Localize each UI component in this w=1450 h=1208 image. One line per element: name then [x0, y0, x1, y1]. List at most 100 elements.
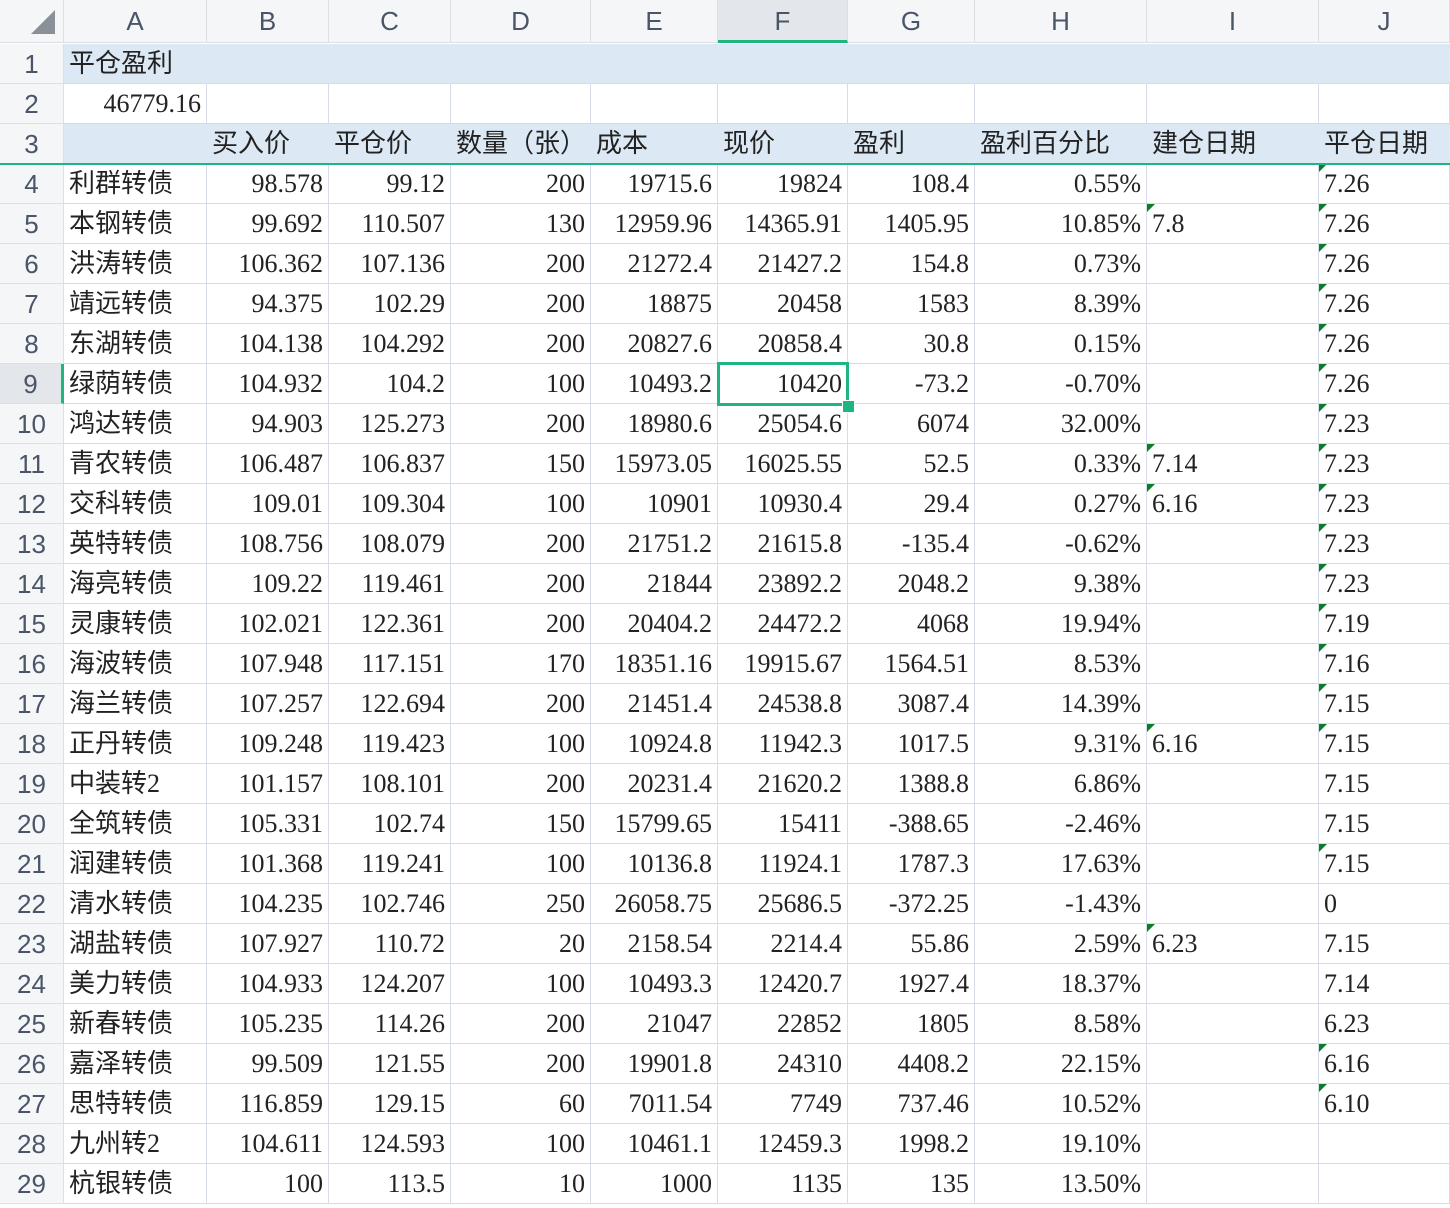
cell-C19[interactable]: 108.101	[329, 764, 451, 804]
cell-D1[interactable]	[451, 44, 591, 84]
cell-J18[interactable]: 7.15	[1319, 724, 1450, 764]
cell-J23[interactable]: 7.15	[1319, 924, 1450, 964]
cell-E6[interactable]: 21272.4	[591, 244, 718, 284]
cell-H28[interactable]: 19.10%	[975, 1124, 1147, 1164]
column-header-B[interactable]: B	[207, 0, 329, 43]
row-header-28[interactable]: 28	[0, 1124, 64, 1164]
cell-G11[interactable]: 52.5	[848, 444, 975, 484]
cell-B6[interactable]: 106.362	[207, 244, 329, 284]
cell-A15[interactable]: 灵康转债	[64, 604, 207, 644]
cell-J4[interactable]: 7.26	[1319, 164, 1450, 204]
cell-J25[interactable]: 6.23	[1319, 1004, 1450, 1044]
cell-G29[interactable]: 135	[848, 1164, 975, 1204]
cell-D28[interactable]: 100	[451, 1124, 591, 1164]
cell-D14[interactable]: 200	[451, 564, 591, 604]
cell-I21[interactable]	[1147, 844, 1319, 884]
cell-G6[interactable]: 154.8	[848, 244, 975, 284]
cell-G23[interactable]: 55.86	[848, 924, 975, 964]
cell-D5[interactable]: 130	[451, 204, 591, 244]
cell-B22[interactable]: 104.235	[207, 884, 329, 924]
cell-H14[interactable]: 9.38%	[975, 564, 1147, 604]
cell-D8[interactable]: 200	[451, 324, 591, 364]
cell-C1[interactable]	[329, 44, 451, 84]
cell-A13[interactable]: 英特转债	[64, 524, 207, 564]
cell-A3[interactable]	[64, 124, 207, 164]
row-header-7[interactable]: 7	[0, 284, 64, 324]
cell-B13[interactable]: 108.756	[207, 524, 329, 564]
row-header-1[interactable]: 1	[0, 44, 64, 84]
cell-E10[interactable]: 18980.6	[591, 404, 718, 444]
cell-F13[interactable]: 21615.8	[718, 524, 848, 564]
cell-D6[interactable]: 200	[451, 244, 591, 284]
cell-B12[interactable]: 109.01	[207, 484, 329, 524]
cell-F14[interactable]: 23892.2	[718, 564, 848, 604]
cell-F6[interactable]: 21427.2	[718, 244, 848, 284]
cell-G18[interactable]: 1017.5	[848, 724, 975, 764]
cell-H7[interactable]: 8.39%	[975, 284, 1147, 324]
cell-I4[interactable]	[1147, 164, 1319, 204]
cell-D19[interactable]: 200	[451, 764, 591, 804]
cell-I6[interactable]	[1147, 244, 1319, 284]
cell-B16[interactable]: 107.948	[207, 644, 329, 684]
cell-B28[interactable]: 104.611	[207, 1124, 329, 1164]
cell-I7[interactable]	[1147, 284, 1319, 324]
cell-I27[interactable]	[1147, 1084, 1319, 1124]
cell-E22[interactable]: 26058.75	[591, 884, 718, 924]
cell-G10[interactable]: 6074	[848, 404, 975, 444]
cell-H24[interactable]: 18.37%	[975, 964, 1147, 1004]
cell-B7[interactable]: 94.375	[207, 284, 329, 324]
cell-F25[interactable]: 22852	[718, 1004, 848, 1044]
cell-F26[interactable]: 24310	[718, 1044, 848, 1084]
cell-D25[interactable]: 200	[451, 1004, 591, 1044]
cell-C18[interactable]: 119.423	[329, 724, 451, 764]
cell-C20[interactable]: 102.74	[329, 804, 451, 844]
cell-H26[interactable]: 22.15%	[975, 1044, 1147, 1084]
cell-A25[interactable]: 新春转债	[64, 1004, 207, 1044]
cell-F27[interactable]: 7749	[718, 1084, 848, 1124]
cell-I13[interactable]	[1147, 524, 1319, 564]
cell-G14[interactable]: 2048.2	[848, 564, 975, 604]
row-header-4[interactable]: 4	[0, 164, 64, 204]
cell-B18[interactable]: 109.248	[207, 724, 329, 764]
row-header-10[interactable]: 10	[0, 404, 64, 444]
cell-E20[interactable]: 15799.65	[591, 804, 718, 844]
cell-D10[interactable]: 200	[451, 404, 591, 444]
cell-G24[interactable]: 1927.4	[848, 964, 975, 1004]
column-header-C[interactable]: C	[329, 0, 451, 43]
cell-F24[interactable]: 12420.7	[718, 964, 848, 1004]
cell-E3[interactable]: 成本	[591, 124, 718, 164]
cell-B19[interactable]: 101.157	[207, 764, 329, 804]
cell-D12[interactable]: 100	[451, 484, 591, 524]
cell-G28[interactable]: 1998.2	[848, 1124, 975, 1164]
cell-I11[interactable]: 7.14	[1147, 444, 1319, 484]
cell-A5[interactable]: 本钢转债	[64, 204, 207, 244]
cell-J10[interactable]: 7.23	[1319, 404, 1450, 444]
cell-B29[interactable]: 100	[207, 1164, 329, 1204]
cell-E13[interactable]: 21751.2	[591, 524, 718, 564]
row-header-6[interactable]: 6	[0, 244, 64, 284]
cell-I3[interactable]: 建仓日期	[1147, 124, 1319, 164]
cell-G16[interactable]: 1564.51	[848, 644, 975, 684]
row-header-18[interactable]: 18	[0, 724, 64, 764]
cell-G3[interactable]: 盈利	[848, 124, 975, 164]
cell-F23[interactable]: 2214.4	[718, 924, 848, 964]
row-header-8[interactable]: 8	[0, 324, 64, 364]
cell-B2[interactable]	[207, 84, 329, 124]
cell-C17[interactable]: 122.694	[329, 684, 451, 724]
cell-E23[interactable]: 2158.54	[591, 924, 718, 964]
cell-J8[interactable]: 7.26	[1319, 324, 1450, 364]
row-header-3[interactable]: 3	[0, 124, 64, 164]
cell-C7[interactable]: 102.29	[329, 284, 451, 324]
cell-B27[interactable]: 116.859	[207, 1084, 329, 1124]
cell-I15[interactable]	[1147, 604, 1319, 644]
cell-A28[interactable]: 九州转2	[64, 1124, 207, 1164]
cell-D24[interactable]: 100	[451, 964, 591, 1004]
cell-H12[interactable]: 0.27%	[975, 484, 1147, 524]
cell-J22[interactable]: 0	[1319, 884, 1450, 924]
cell-G1[interactable]	[848, 44, 975, 84]
row-header-5[interactable]: 5	[0, 204, 64, 244]
cell-H20[interactable]: -2.46%	[975, 804, 1147, 844]
cell-J26[interactable]: 6.16	[1319, 1044, 1450, 1084]
cell-B20[interactable]: 105.331	[207, 804, 329, 844]
cell-G21[interactable]: 1787.3	[848, 844, 975, 884]
